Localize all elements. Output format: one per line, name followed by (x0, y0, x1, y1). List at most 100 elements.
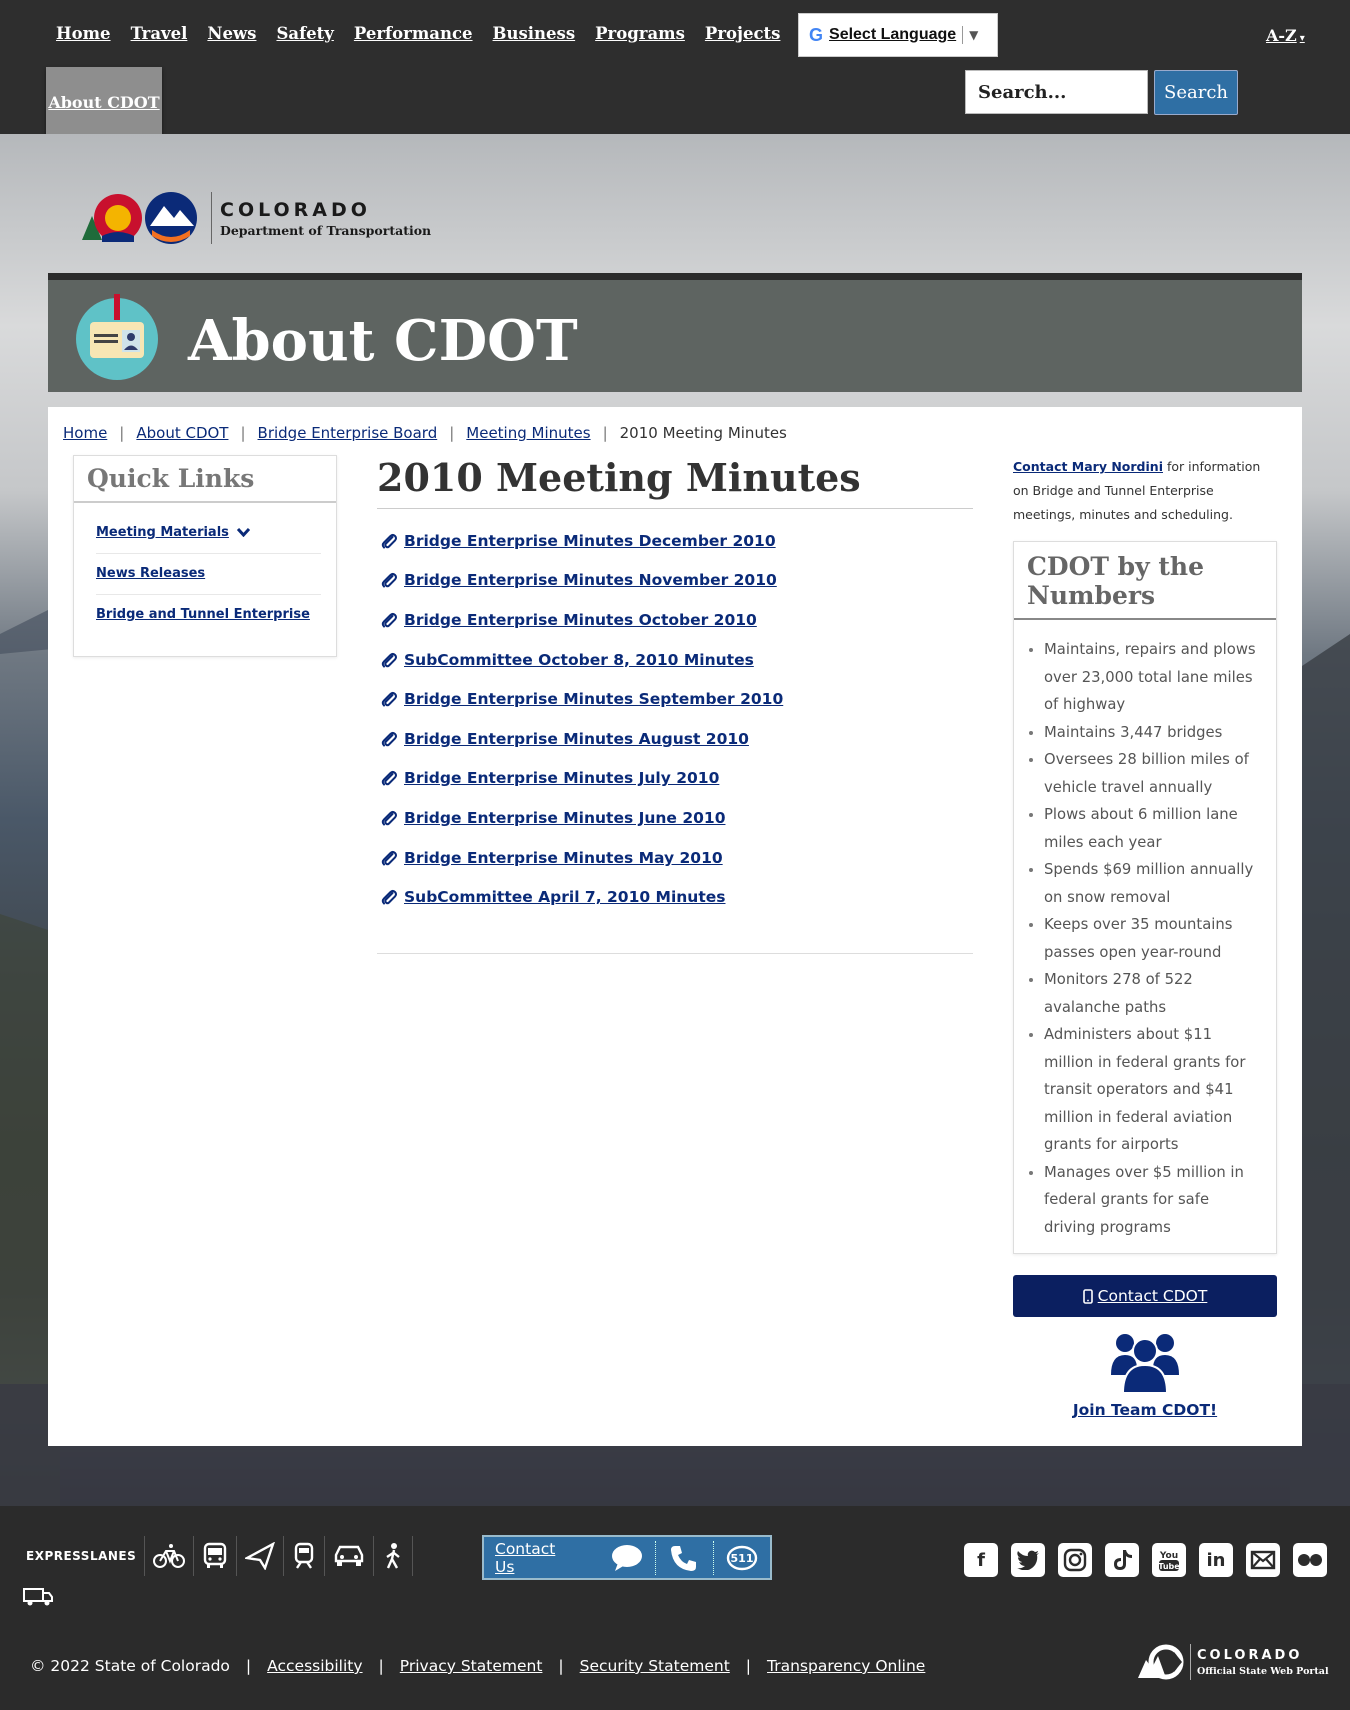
breadcrumb-current: 2010 Meeting Minutes (619, 424, 787, 442)
cdot-logo[interactable]: COLORADO Department of Transportation (78, 190, 431, 246)
document-list-item[interactable]: SubCommittee October 8, 2010 Minutes (377, 640, 973, 680)
breadcrumb-about-cdot[interactable]: About CDOT (136, 424, 228, 442)
instagram-icon[interactable] (1058, 1543, 1092, 1577)
document-link[interactable]: SubCommittee April 7, 2010 Minutes (404, 888, 726, 906)
airplane-link[interactable] (237, 1536, 285, 1576)
document-list-item[interactable]: Bridge Enterprise Minutes December 2010 (377, 521, 973, 561)
tiktok-icon[interactable] (1105, 1543, 1139, 1577)
document-list-item[interactable]: Bridge Enterprise Minutes July 2010 (377, 759, 973, 799)
nav-travel[interactable]: Travel (131, 24, 188, 43)
nav-performance[interactable]: Performance (354, 24, 473, 43)
caret-down-icon: ▾ (1299, 33, 1305, 44)
numbers-list: Maintains, repairs and plows over 23,000… (1014, 620, 1276, 1253)
nav-about-cdot[interactable]: About CDOT (48, 93, 159, 112)
content-divider (377, 953, 973, 954)
page-title: About CDOT (188, 308, 578, 374)
legal-separator: | (745, 1657, 752, 1675)
breadcrumb-bridge-enterprise-board[interactable]: Bridge Enterprise Board (258, 424, 438, 442)
svg-text:Tube: Tube (1158, 1562, 1180, 1571)
quick-link-bridge-tunnel-enterprise[interactable]: Bridge and Tunnel Enterprise (96, 607, 310, 622)
bicycle-link[interactable] (145, 1536, 195, 1576)
footer-contact-us-link[interactable]: Contact Us (495, 1540, 576, 1576)
car-link[interactable] (325, 1536, 375, 1576)
dropdown-arrow-icon[interactable]: ▼ (969, 28, 978, 42)
security-statement-link[interactable]: Security Statement (580, 1657, 730, 1675)
breadcrumb-home[interactable]: Home (63, 424, 107, 442)
quick-link-item[interactable]: Meeting Materials (96, 513, 321, 554)
search-input[interactable] (965, 70, 1148, 114)
colorado-portal-logo[interactable]: COLORADO Official State Web Portal (1136, 1642, 1329, 1682)
document-link[interactable]: Bridge Enterprise Minutes August 2010 (404, 730, 749, 748)
express-lanes-link[interactable]: EXPRESS LANES (22, 1536, 146, 1576)
nav-programs[interactable]: Programs (595, 24, 685, 43)
quick-links-list: Meeting Materials News Releases Bridge a… (74, 503, 336, 635)
quick-link-news-releases[interactable]: News Releases (96, 566, 205, 581)
search-button[interactable]: Search (1154, 70, 1238, 115)
freight-truck-link[interactable] (22, 1586, 54, 1612)
document-list-item[interactable]: Bridge Enterprise Minutes September 2010 (377, 679, 973, 719)
chat-link[interactable] (598, 1541, 655, 1575)
language-label[interactable]: Select Language (829, 26, 956, 44)
contact-cdot-link[interactable]: Contact CDOT (1082, 1287, 1207, 1305)
team-people-icon[interactable] (1109, 1329, 1181, 1395)
main-nav-links: Home Travel News Safety Performance Busi… (46, 24, 790, 43)
document-link[interactable]: Bridge Enterprise Minutes May 2010 (404, 849, 723, 867)
join-team-cdot-link[interactable]: Join Team CDOT! (1013, 1401, 1277, 1419)
document-list-item[interactable]: Bridge Enterprise Minutes November 2010 (377, 561, 973, 601)
document-list-item[interactable]: Bridge Enterprise Minutes May 2010 (377, 838, 973, 878)
document-list-item[interactable]: Bridge Enterprise Minutes October 2010 (377, 600, 973, 640)
paperclip-icon (381, 533, 397, 549)
legal-separator: | (558, 1657, 564, 1675)
document-list-item[interactable]: Bridge Enterprise Minutes June 2010 (377, 798, 973, 838)
quick-link-item[interactable]: News Releases (96, 554, 321, 595)
content-title: 2010 Meeting Minutes (377, 455, 973, 509)
contact-mary-nordini-link[interactable]: Contact Mary Nordini (1013, 459, 1163, 474)
accessibility-link[interactable]: Accessibility (267, 1657, 362, 1675)
breadcrumb: Home | About CDOT | Bridge Enterprise Bo… (63, 424, 787, 442)
pedestrian-link[interactable] (374, 1536, 414, 1576)
document-list-item[interactable]: Bridge Enterprise Minutes August 2010 (377, 719, 973, 759)
transparency-online-link[interactable]: Transparency Online (767, 1657, 925, 1675)
quick-link-item[interactable]: Bridge and Tunnel Enterprise (96, 595, 321, 635)
document-link[interactable]: Bridge Enterprise Minutes October 2010 (404, 611, 757, 629)
nav-business[interactable]: Business (493, 24, 576, 43)
youtube-icon[interactable]: You Tube (1152, 1543, 1186, 1577)
portal-subtitle: Official State Web Portal (1197, 1665, 1329, 1677)
minutes-document-list: Bridge Enterprise Minutes December 2010 B… (377, 521, 973, 917)
document-link[interactable]: Bridge Enterprise Minutes June 2010 (404, 809, 725, 827)
train-link[interactable] (284, 1536, 326, 1576)
airplane-icon (245, 1542, 276, 1570)
twitter-icon[interactable] (1011, 1543, 1045, 1577)
paperclip-icon (381, 652, 397, 668)
bus-link[interactable] (194, 1536, 238, 1576)
nav-safety[interactable]: Safety (276, 24, 333, 43)
document-link[interactable]: Bridge Enterprise Minutes December 2010 (404, 532, 776, 550)
privacy-statement-link[interactable]: Privacy Statement (400, 1657, 543, 1675)
email-icon[interactable] (1246, 1543, 1280, 1577)
511-icon: 511 (726, 1545, 758, 1570)
language-divider (962, 26, 964, 44)
nav-home[interactable]: Home (56, 24, 111, 43)
document-link[interactable]: Bridge Enterprise Minutes July 2010 (404, 769, 719, 787)
join-team-cdot[interactable]: Join Team CDOT! (1013, 1329, 1277, 1419)
document-link[interactable]: SubCommittee October 8, 2010 Minutes (404, 651, 754, 669)
nav-projects[interactable]: Projects (705, 24, 781, 43)
nav-about-cdot-tab[interactable]: About CDOT (46, 67, 162, 137)
mobile-phone-icon (1082, 1288, 1093, 1304)
chevron-down-icon[interactable] (237, 527, 251, 537)
contact-cdot-button[interactable]: Contact CDOT (1013, 1275, 1277, 1317)
linkedin-icon[interactable]: in (1199, 1543, 1233, 1577)
flickr-icon[interactable] (1293, 1543, 1327, 1577)
document-list-item[interactable]: SubCommittee April 7, 2010 Minutes (377, 877, 973, 917)
nav-news[interactable]: News (207, 24, 256, 43)
breadcrumb-meeting-minutes[interactable]: Meeting Minutes (466, 424, 590, 442)
document-link[interactable]: Bridge Enterprise Minutes November 2010 (404, 571, 777, 589)
document-link[interactable]: Bridge Enterprise Minutes September 2010 (404, 690, 783, 708)
cotrip-511-link[interactable]: 511 (712, 1540, 770, 1575)
language-selector[interactable]: G Select Language ▼ (798, 13, 998, 57)
bicycle-icon (153, 1544, 186, 1568)
phone-link[interactable] (655, 1540, 712, 1575)
az-index-link[interactable]: A-Z ▾ (1266, 26, 1305, 45)
facebook-icon[interactable]: f (964, 1543, 998, 1577)
quick-link-meeting-materials[interactable]: Meeting Materials (96, 525, 229, 540)
